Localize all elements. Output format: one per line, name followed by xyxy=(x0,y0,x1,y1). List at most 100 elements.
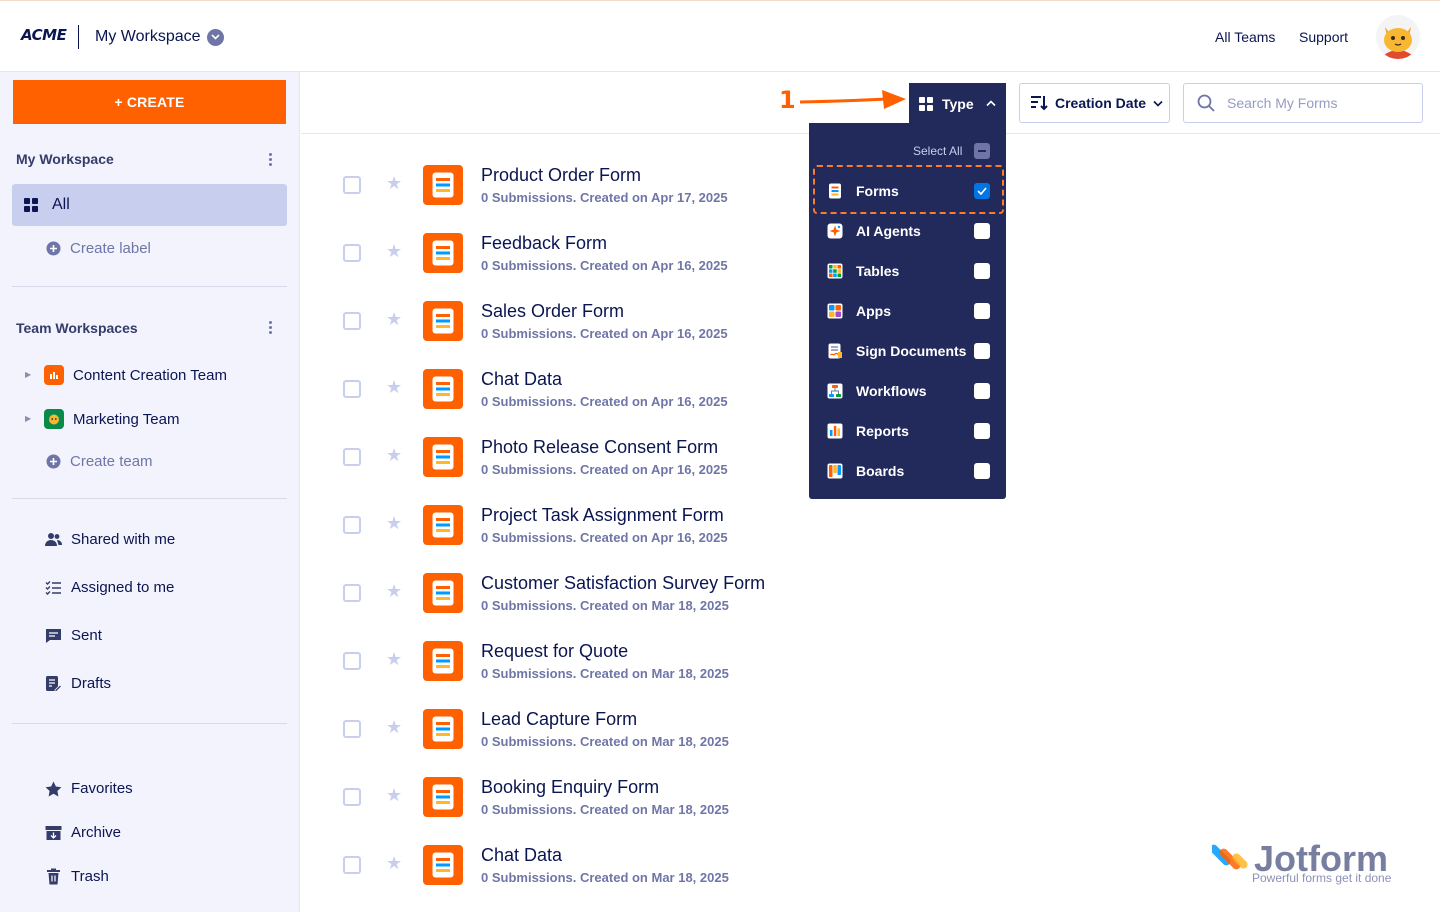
sort-icon xyxy=(1031,96,1048,111)
row-checkbox[interactable] xyxy=(343,380,361,398)
star-icon[interactable]: ★ xyxy=(386,241,402,262)
form-meta: 0 Submissions. Created on Apr 16, 2025 xyxy=(481,394,728,409)
create-label-link[interactable]: Create label xyxy=(46,240,151,257)
search-input[interactable] xyxy=(1227,95,1407,111)
type-filter-button[interactable]: Type xyxy=(909,83,1006,124)
sidebar-item-content-creation-team[interactable]: Content Creation Team xyxy=(44,365,227,385)
all-teams-link[interactable]: All Teams xyxy=(1215,29,1275,45)
form-icon xyxy=(423,573,463,613)
sidebar-item-trash[interactable]: Trash xyxy=(45,868,109,885)
my-workspace-more-icon[interactable] xyxy=(266,153,274,166)
team-workspaces-more-icon[interactable] xyxy=(266,321,274,334)
my-workspace-heading: My Workspace xyxy=(16,151,114,167)
row-checkbox[interactable] xyxy=(343,176,361,194)
form-icon xyxy=(423,845,463,885)
row-checkbox[interactable] xyxy=(343,652,361,670)
divider xyxy=(12,723,287,724)
create-team-link[interactable]: Create team xyxy=(46,453,153,470)
grid-icon xyxy=(919,96,933,111)
search-box[interactable] xyxy=(1183,83,1423,123)
star-icon[interactable]: ★ xyxy=(386,649,402,670)
form-title[interactable]: Booking Enquiry Form xyxy=(481,777,659,798)
table-row[interactable]: ★ Sales Order Form 0 Submissions. Created … xyxy=(301,287,1201,355)
form-title[interactable]: Lead Capture Form xyxy=(481,709,637,730)
row-checkbox[interactable] xyxy=(343,448,361,466)
row-checkbox[interactable] xyxy=(343,244,361,262)
form-meta: 0 Submissions. Created on Mar 18, 2025 xyxy=(481,598,729,613)
sidebar-item-shared-with-me[interactable]: Shared with me xyxy=(45,531,175,548)
star-icon[interactable]: ★ xyxy=(386,173,402,194)
star-icon[interactable]: ★ xyxy=(386,853,402,874)
divider xyxy=(12,286,287,287)
form-title[interactable]: Photo Release Consent Form xyxy=(481,437,718,458)
form-meta: 0 Submissions. Created on Apr 16, 2025 xyxy=(481,530,728,545)
workspace-switcher[interactable]: My Workspace xyxy=(95,28,224,46)
table-row[interactable]: ★ Request for Quote 0 Submissions. Created… xyxy=(301,627,1201,695)
form-icon xyxy=(423,709,463,749)
table-row[interactable]: ★ Booking Enquiry Form 0 Submissions. Crea… xyxy=(301,763,1201,831)
plus-circle-icon xyxy=(46,454,61,469)
form-title[interactable]: Product Order Form xyxy=(481,165,641,186)
form-title[interactable]: Sales Order Form xyxy=(481,301,624,322)
acme-logo[interactable]: ACME xyxy=(21,26,67,44)
form-icon xyxy=(423,301,463,341)
create-button[interactable]: + CREATE xyxy=(13,80,286,124)
form-title[interactable]: Project Task Assignment Form xyxy=(481,505,724,526)
star-icon[interactable]: ★ xyxy=(386,377,402,398)
jotform-tagline: Powerful forms get it done xyxy=(1252,871,1392,885)
table-row[interactable]: ★ Chat Data 0 Submissions. Created on Apr … xyxy=(301,355,1201,423)
divider xyxy=(12,498,287,499)
star-icon[interactable]: ★ xyxy=(386,309,402,330)
row-checkbox[interactable] xyxy=(343,516,361,534)
form-icon xyxy=(423,641,463,681)
chevron-up-icon xyxy=(986,100,996,107)
sidebar-item-all[interactable]: All xyxy=(12,184,287,226)
form-title[interactable]: Customer Satisfaction Survey Form xyxy=(481,573,765,594)
chevron-down-icon xyxy=(1153,100,1163,107)
sidebar-item-sent[interactable]: Sent xyxy=(45,627,102,644)
support-link[interactable]: Support xyxy=(1299,29,1348,45)
star-icon[interactable]: ★ xyxy=(386,581,402,602)
row-checkbox[interactable] xyxy=(343,312,361,330)
form-meta: 0 Submissions. Created on Mar 18, 2025 xyxy=(481,870,729,885)
form-meta: 0 Submissions. Created on Apr 16, 2025 xyxy=(481,258,728,273)
form-title[interactable]: Request for Quote xyxy=(481,641,628,662)
trash-icon xyxy=(47,868,60,885)
form-title[interactable]: Chat Data xyxy=(481,369,562,390)
sort-creation-date-button[interactable]: Creation Date xyxy=(1019,83,1170,123)
team-logo-icon xyxy=(44,365,64,385)
grid-icon xyxy=(24,198,38,212)
sidebar-item-assigned-to-me[interactable]: Assigned to me xyxy=(45,579,174,596)
table-row[interactable]: ★ Feedback Form 0 Submissions. Created on … xyxy=(301,219,1201,287)
star-icon[interactable]: ★ xyxy=(386,513,402,534)
users-icon xyxy=(45,533,62,546)
form-title[interactable]: Feedback Form xyxy=(481,233,607,254)
table-row[interactable]: ★ Project Task Assignment Form 0 Submissio… xyxy=(301,491,1201,559)
row-checkbox[interactable] xyxy=(343,584,361,602)
team-workspaces-heading: Team Workspaces xyxy=(16,320,138,336)
form-title[interactable]: Chat Data xyxy=(481,845,562,866)
table-row[interactable]: ★ Product Order Form 0 Submissions. Create… xyxy=(301,151,1201,219)
table-row[interactable]: ★ Lead Capture Form 0 Submissions. Created… xyxy=(301,695,1201,763)
table-row[interactable]: ★ Photo Release Consent Form 0 Submissions… xyxy=(301,423,1201,491)
expand-caret-icon[interactable]: ▶ xyxy=(25,370,31,379)
top-header: ACME My Workspace All Teams Support xyxy=(0,0,1440,72)
expand-caret-icon[interactable]: ▶ xyxy=(25,414,31,423)
form-meta: 0 Submissions. Created on Apr 16, 2025 xyxy=(481,326,728,341)
cat-avatar-icon xyxy=(1376,15,1420,59)
avatar[interactable] xyxy=(1376,15,1420,59)
star-icon[interactable]: ★ xyxy=(386,445,402,466)
table-row[interactable]: ★ Customer Satisfaction Survey Form 0 Subm… xyxy=(301,559,1201,627)
row-checkbox[interactable] xyxy=(343,856,361,874)
sidebar-item-drafts[interactable]: Drafts xyxy=(45,675,111,692)
star-icon[interactable]: ★ xyxy=(386,717,402,738)
row-checkbox[interactable] xyxy=(343,788,361,806)
form-icon xyxy=(423,369,463,409)
sidebar-item-archive[interactable]: Archive xyxy=(45,824,121,841)
star-icon[interactable]: ★ xyxy=(386,785,402,806)
sidebar-item-marketing-team[interactable]: Marketing Team xyxy=(44,409,179,429)
form-icon xyxy=(423,777,463,817)
sidebar-item-favorites[interactable]: Favorites xyxy=(45,780,133,797)
table-row[interactable]: ★ Chat Data 0 Submissions. Created on Mar … xyxy=(301,831,1201,899)
row-checkbox[interactable] xyxy=(343,720,361,738)
